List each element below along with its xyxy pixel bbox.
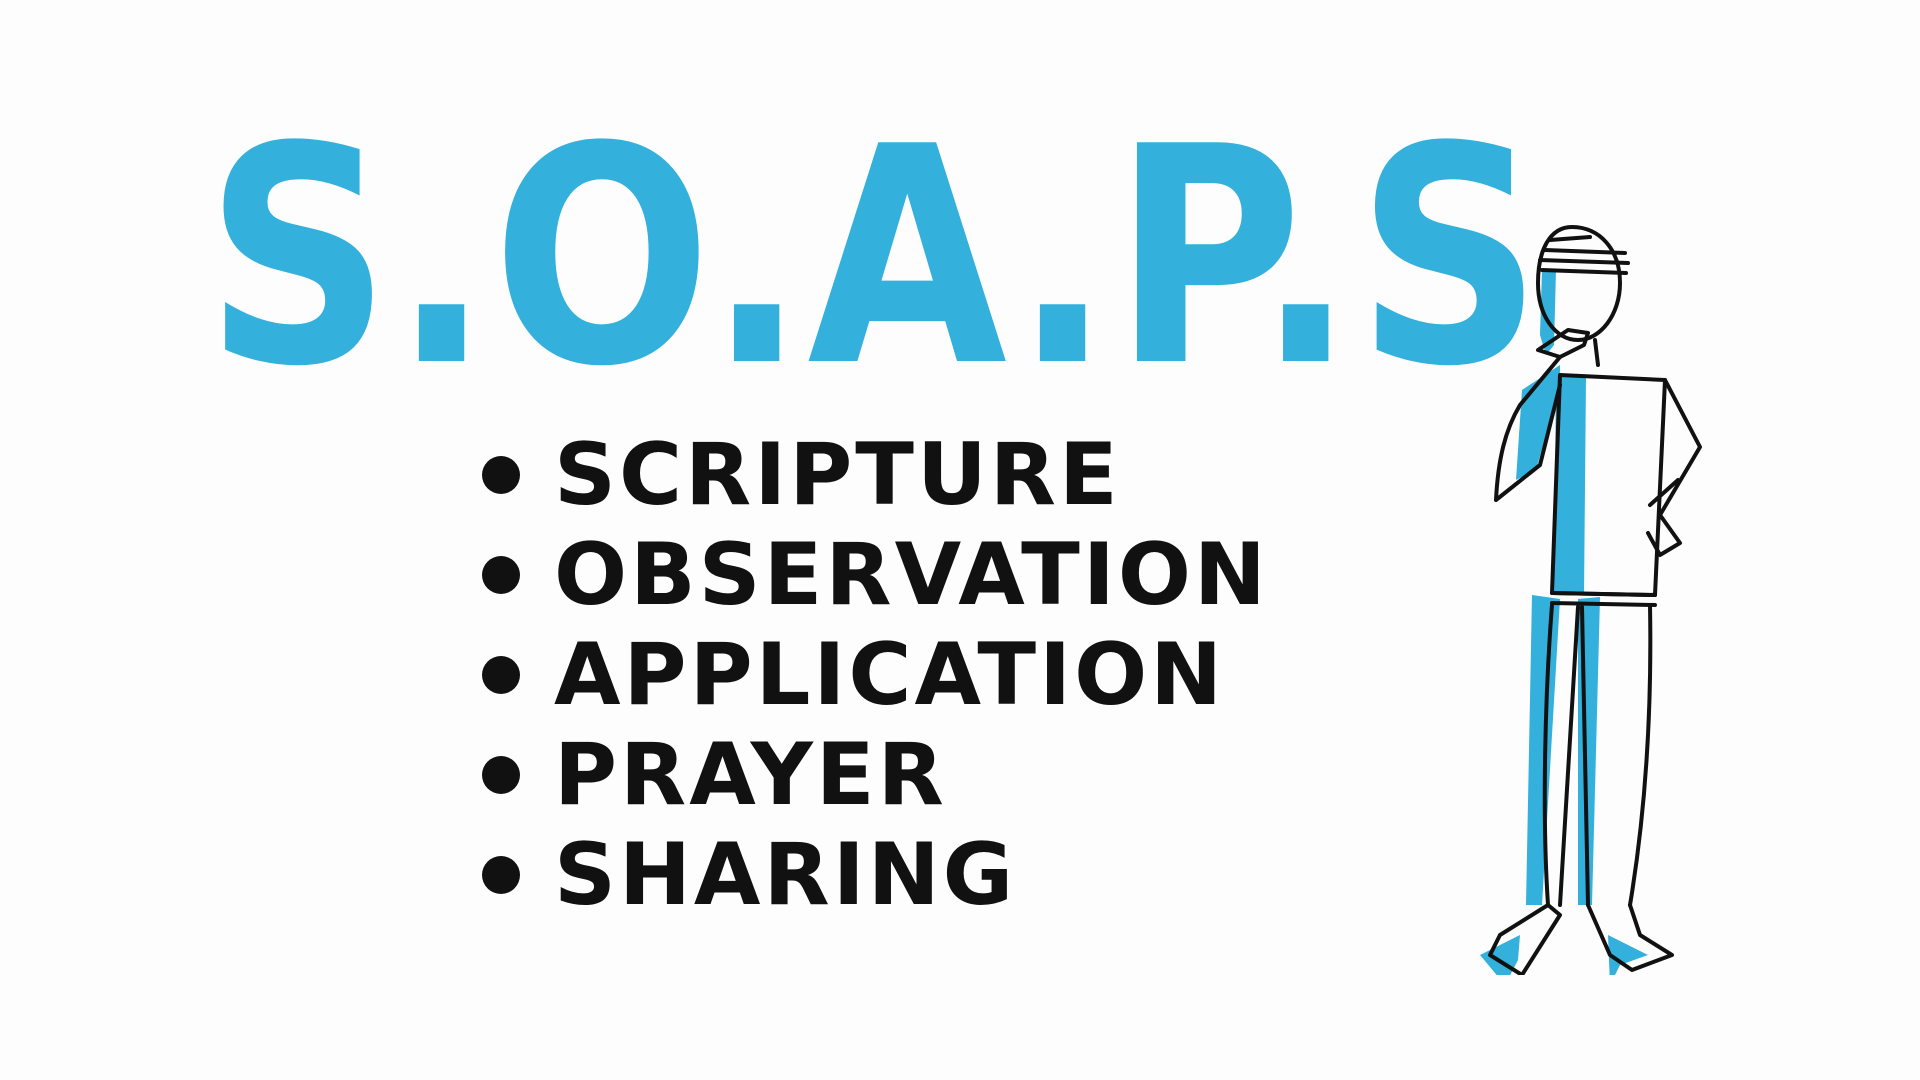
list-item-scripture: SCRIPTURE <box>482 425 1269 525</box>
bullet-icon <box>482 756 520 794</box>
bullet-icon <box>482 556 520 594</box>
bullet-icon <box>482 856 520 894</box>
list-item-label: APPLICATION <box>554 625 1226 725</box>
list-item-label: SHARING <box>554 825 1017 925</box>
list-item-label: PRAYER <box>554 725 947 825</box>
thinking-stick-figure-icon <box>1480 225 1702 975</box>
acronym-list: SCRIPTURE OBSERVATION APPLICATION PRAYER… <box>482 425 1269 925</box>
list-item-application: APPLICATION <box>482 625 1269 725</box>
list-item-observation: OBSERVATION <box>482 525 1269 625</box>
list-item-label: SCRIPTURE <box>554 425 1121 525</box>
bullet-icon <box>482 656 520 694</box>
slide: S.O.A.P.S SCRIPTURE OBSERVATION APPLICAT… <box>0 0 1920 1080</box>
list-item-label: OBSERVATION <box>554 525 1269 625</box>
bullet-icon <box>482 456 520 494</box>
soaps-title: S.O.A.P.S <box>205 83 1544 432</box>
list-item-sharing: SHARING <box>482 825 1269 925</box>
list-item-prayer: PRAYER <box>482 725 1269 825</box>
